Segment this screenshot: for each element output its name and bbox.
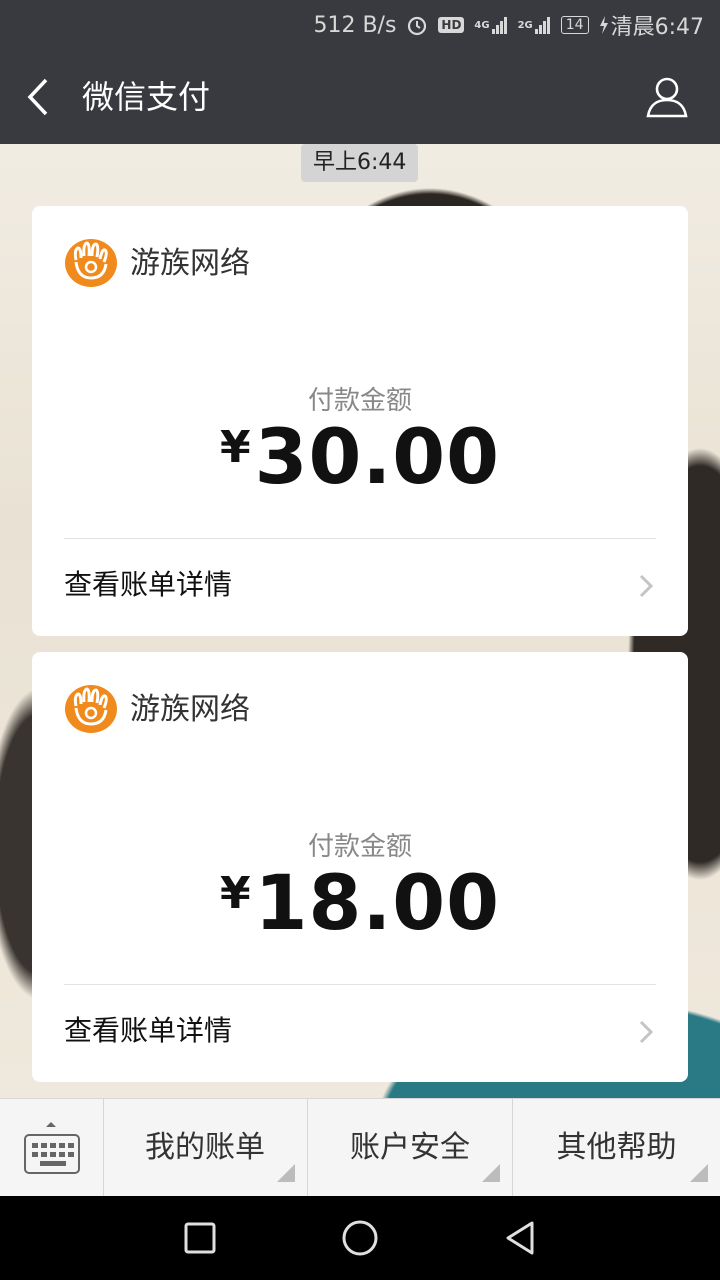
- submenu-indicator-icon: [277, 1164, 295, 1182]
- menu-my-bills[interactable]: 我的账单: [103, 1099, 308, 1196]
- keyboard-icon: [24, 1122, 80, 1174]
- message-timestamp: 早上6:44: [301, 144, 419, 182]
- submenu-indicator-icon: [482, 1164, 500, 1182]
- alarm-icon: [406, 14, 428, 36]
- chevron-right-icon: [639, 1020, 654, 1044]
- menu-other-help-label: 其他帮助: [556, 1130, 677, 1165]
- charging-icon: [599, 16, 609, 34]
- chat-area[interactable]: 早上6:44 游族网络 付款金额 ¥30.00 查看账单详情 游族网络 付款金额…: [0, 144, 720, 1098]
- system-nav-bar: [0, 1196, 720, 1280]
- page-title: 微信支付: [82, 78, 211, 116]
- menu-account-security-label: 账户安全: [350, 1130, 470, 1165]
- network-speed: 512 B/s: [313, 12, 397, 38]
- merchant-name: 游族网络: [130, 246, 250, 281]
- service-menu-bar: 我的账单 账户安全 其他帮助: [0, 1098, 720, 1196]
- view-bill-details-link[interactable]: 查看账单详情: [64, 985, 656, 1077]
- amount-row: ¥18.00: [32, 858, 688, 947]
- title-bar: 微信支付: [0, 50, 720, 144]
- triangle-back-icon: [506, 1221, 534, 1255]
- currency-symbol: ¥: [219, 422, 251, 473]
- circle-icon: [342, 1220, 378, 1256]
- payment-card: 游族网络 付款金额 ¥18.00 查看账单详情: [32, 652, 688, 1082]
- signal-4g-label: 4G: [474, 19, 490, 31]
- back-button[interactable]: [18, 74, 64, 120]
- menu-my-bills-label: 我的账单: [145, 1130, 265, 1165]
- merchant-logo-icon: [64, 684, 118, 734]
- view-bill-details-label: 查看账单详情: [64, 1014, 233, 1047]
- keyboard-toggle-button[interactable]: [0, 1099, 104, 1196]
- view-bill-details-link[interactable]: 查看账单详情: [64, 539, 656, 631]
- hd-badge: HD: [438, 17, 465, 33]
- submenu-indicator-icon: [690, 1164, 708, 1182]
- recent-apps-button[interactable]: [180, 1218, 220, 1258]
- chevron-right-icon: [639, 574, 654, 598]
- status-time: 清晨6:47: [610, 15, 704, 40]
- payment-card: 游族网络 付款金额 ¥30.00 查看账单详情: [32, 206, 688, 636]
- merchant-name: 游族网络: [130, 692, 250, 727]
- payment-amount: 18.00: [254, 858, 501, 947]
- signal-2g-label: 2G: [517, 19, 533, 31]
- battery-icon: 14: [560, 16, 589, 34]
- status-bar: 512 B/s HD 4G 2G 14 清晨6:47: [0, 0, 720, 50]
- signal-2g-icon: 2G: [518, 16, 551, 34]
- view-bill-details-label: 查看账单详情: [64, 568, 233, 601]
- payment-amount: 30.00: [254, 412, 501, 501]
- profile-button[interactable]: [644, 74, 690, 120]
- back-arrow-icon: [27, 78, 48, 116]
- merchant-logo-icon: [64, 238, 118, 288]
- battery-level: 14: [565, 17, 584, 33]
- person-icon: [646, 77, 688, 118]
- back-nav-button[interactable]: [500, 1218, 540, 1258]
- amount-row: ¥30.00: [32, 412, 688, 501]
- currency-symbol: ¥: [219, 868, 251, 919]
- signal-4g-icon: 4G: [474, 16, 507, 34]
- home-button[interactable]: [340, 1218, 380, 1258]
- menu-account-security[interactable]: 账户安全: [308, 1099, 513, 1196]
- square-icon: [184, 1222, 216, 1254]
- menu-other-help[interactable]: 其他帮助: [513, 1099, 720, 1196]
